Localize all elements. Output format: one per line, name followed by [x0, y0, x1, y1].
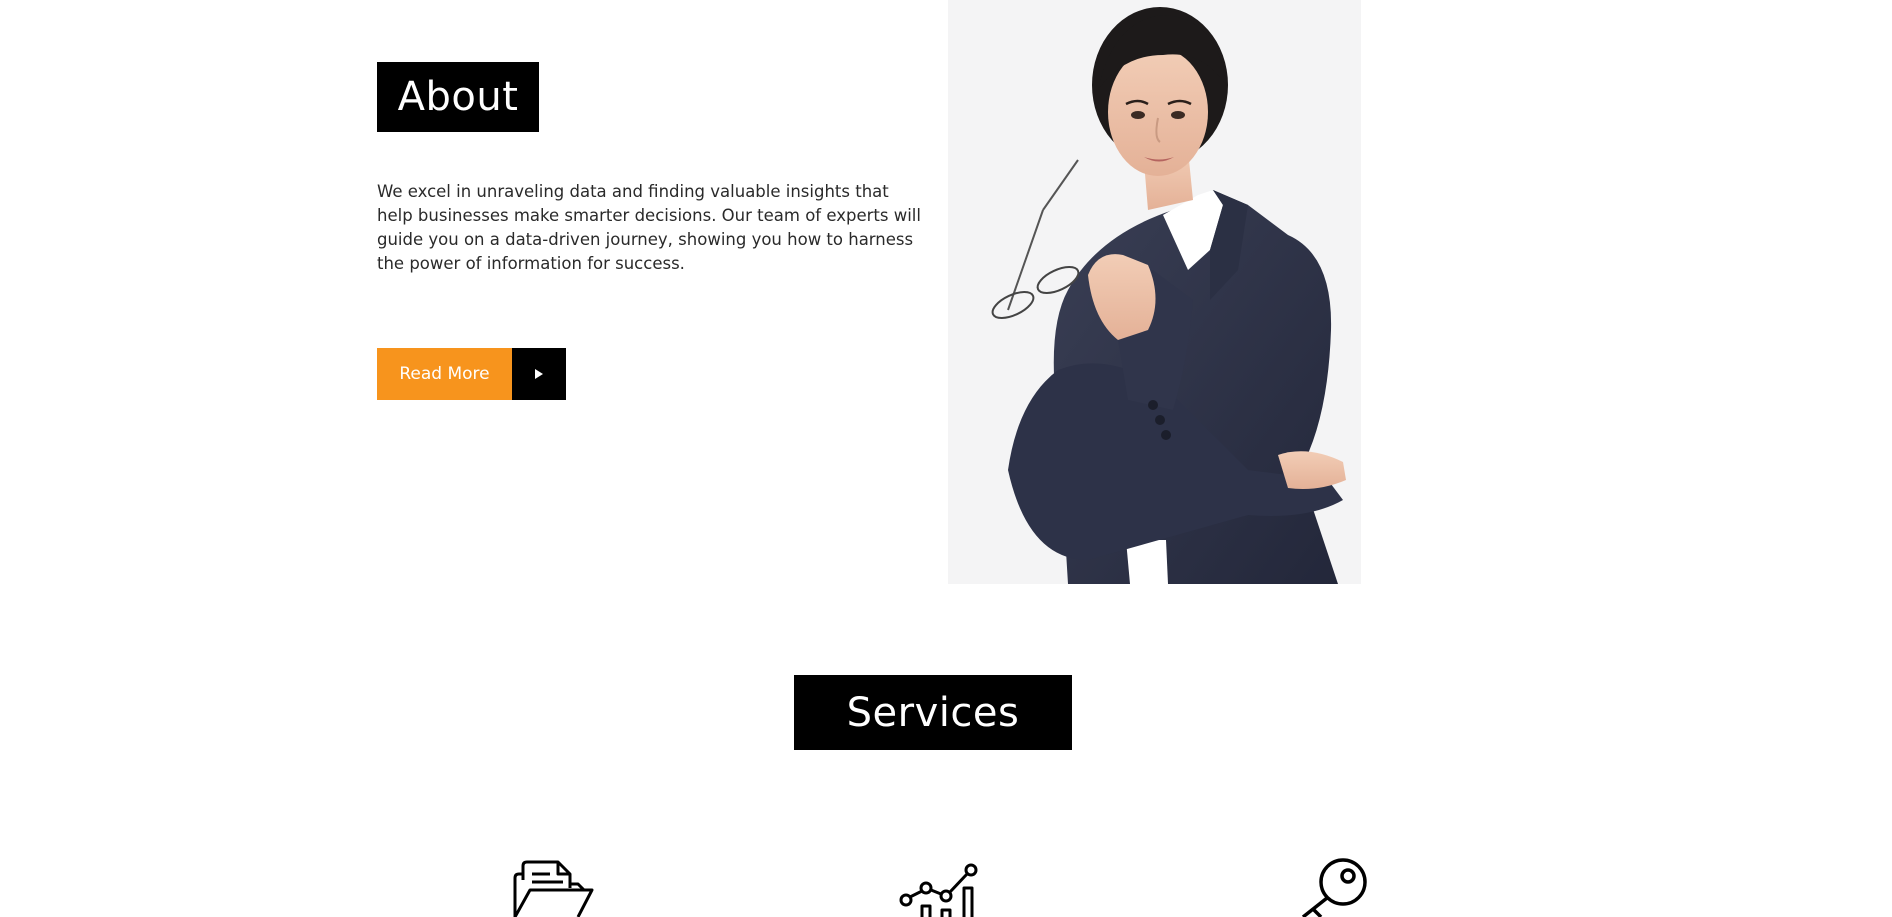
play-arrow-icon: [512, 348, 566, 400]
services-heading-box: Services: [794, 675, 1072, 750]
read-more-button[interactable]: Read More: [377, 348, 566, 400]
key-icon: [1285, 858, 1375, 917]
read-more-label: Read More: [377, 348, 512, 400]
about-heading: About: [397, 74, 519, 120]
businesswoman-portrait: [948, 0, 1361, 584]
about-description: We excel in unraveling data and finding …: [377, 182, 921, 273]
services-heading: Services: [846, 689, 1020, 736]
growth-chart-icon: [896, 858, 986, 917]
document-folder-icon: [508, 858, 598, 917]
about-heading-box: About: [377, 62, 539, 132]
